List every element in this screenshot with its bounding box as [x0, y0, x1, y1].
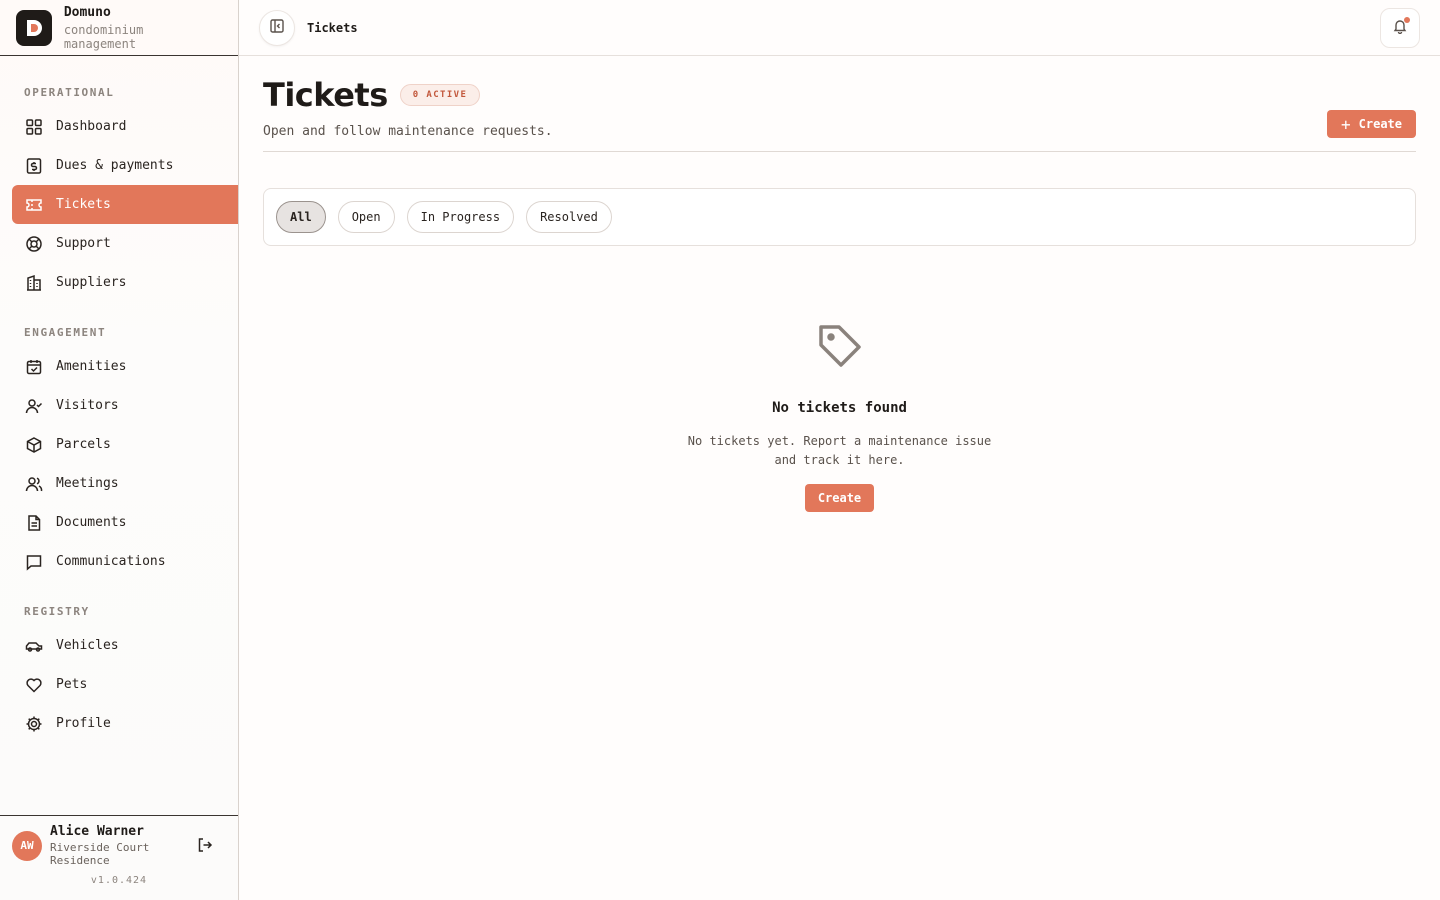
plus-icon: + [1341, 114, 1351, 134]
sidebar-item-label: Support [56, 236, 111, 251]
gear-icon [24, 714, 44, 734]
sidebar-nav: OPERATIONAL Dashboard Dues & payments Ti… [0, 56, 238, 815]
ticket-icon [24, 195, 44, 215]
nav-section-registry: REGISTRY [24, 605, 90, 618]
sidebar-item-label: Vehicles [56, 638, 119, 653]
sidebar: Domuno condominium management OPERATIONA… [0, 0, 239, 900]
breadcrumb: Tickets [307, 20, 358, 35]
status-badge: 0 ACTIVE [399, 84, 481, 106]
dollar-icon [24, 156, 44, 176]
page-subtitle: Open and follow maintenance requests. [263, 124, 553, 139]
nav-section-engagement: ENGAGEMENT [24, 326, 107, 339]
page-content: Tickets 0 ACTIVE Open and follow mainten… [239, 56, 1440, 512]
sidebar-item-dues-payments[interactable]: Dues & payments [12, 146, 238, 185]
avatar[interactable]: AW [12, 830, 42, 861]
create-ticket-button[interactable]: + Create [1327, 110, 1416, 138]
user-org: Riverside Court Residence [50, 841, 150, 867]
message-icon [24, 552, 44, 572]
heart-icon [24, 675, 44, 695]
sidebar-item-suppliers[interactable]: Suppliers [12, 263, 238, 302]
lifebuoy-icon [24, 234, 44, 254]
user-name: Alice Warner [50, 824, 144, 839]
sidebar-item-profile[interactable]: Profile [12, 704, 238, 743]
brand[interactable]: Domuno condominium management [0, 0, 238, 56]
package-icon [24, 435, 44, 455]
car-icon [24, 636, 44, 656]
sidebar-item-communications[interactable]: Communications [12, 542, 238, 581]
user-check-icon [24, 396, 44, 416]
sidebar-item-label: Dashboard [56, 119, 127, 134]
sidebar-item-dashboard[interactable]: Dashboard [12, 107, 238, 146]
create-button-label: Create [1358, 117, 1402, 131]
sidebar-item-label: Communications [56, 554, 166, 569]
sidebar-item-label: Meetings [56, 476, 119, 491]
building-icon [24, 273, 44, 293]
sidebar-item-label: Parcels [56, 437, 111, 452]
user-panel: AW Alice Warner Riverside Court Residenc… [0, 815, 238, 875]
sidebar-item-label: Suppliers [56, 275, 127, 290]
nav-section-operational: OPERATIONAL [24, 86, 115, 99]
logout-icon[interactable] [196, 836, 216, 856]
brand-name: Domuno [63, 4, 111, 20]
sidebar-item-label: Visitors [56, 398, 119, 413]
sidebar-item-tickets[interactable]: Tickets [12, 185, 238, 224]
tag-icon [816, 322, 864, 370]
sidebar-item-label: Amenities [56, 359, 127, 374]
sidebar-toggle-icon [269, 18, 285, 38]
sidebar-item-pets[interactable]: Pets [12, 665, 238, 704]
sidebar-item-parcels[interactable]: Parcels [12, 425, 238, 464]
sidebar-item-amenities[interactable]: Amenities [12, 347, 238, 386]
sidebar-toggle-button[interactable] [259, 9, 295, 46]
sidebar-item-label: Profile [56, 716, 111, 731]
version-label: v1.0.424 [90, 875, 148, 886]
topbar: Tickets [239, 0, 1440, 56]
filter-in-progress[interactable]: In Progress [406, 201, 515, 233]
app-root: Domuno condominium management OPERATIONA… [0, 0, 1440, 900]
sidebar-item-support[interactable]: Support [12, 224, 238, 263]
brand-subtitle: condominium management [63, 22, 144, 51]
page-header: Tickets 0 ACTIVE Open and follow mainten… [263, 56, 1416, 152]
sidebar-item-vehicles[interactable]: Vehicles [12, 626, 238, 665]
sidebar-item-label: Documents [56, 515, 127, 530]
users-icon [24, 474, 44, 494]
status-filter-bar: All Open In Progress Resolved [263, 188, 1416, 246]
filter-open[interactable]: Open [337, 201, 395, 233]
filter-resolved[interactable]: Resolved [526, 201, 612, 233]
main-area: Tickets Tickets 0 ACTIVE Open and follow… [239, 0, 1440, 900]
notification-dot [1404, 16, 1410, 23]
sidebar-item-visitors[interactable]: Visitors [12, 386, 238, 425]
file-text-icon [24, 513, 44, 533]
empty-state: No tickets found No tickets yet. Report … [263, 322, 1416, 512]
brand-logo-icon [16, 9, 52, 46]
sidebar-item-label: Dues & payments [56, 158, 174, 173]
page-title: Tickets [263, 76, 388, 114]
filter-all[interactable]: All [276, 201, 326, 233]
sidebar-item-meetings[interactable]: Meetings [12, 464, 238, 503]
sidebar-item-label: Pets [56, 677, 88, 692]
empty-create-button[interactable]: Create [804, 484, 875, 512]
empty-state-title: No tickets found [772, 400, 907, 416]
sidebar-item-label: Tickets [56, 197, 111, 212]
notifications-button[interactable] [1380, 7, 1420, 48]
empty-state-text: No tickets yet. Report a maintenance iss… [687, 434, 992, 467]
calendar-check-icon [24, 357, 44, 377]
grid-icon [24, 117, 44, 137]
sidebar-item-documents[interactable]: Documents [12, 503, 238, 542]
